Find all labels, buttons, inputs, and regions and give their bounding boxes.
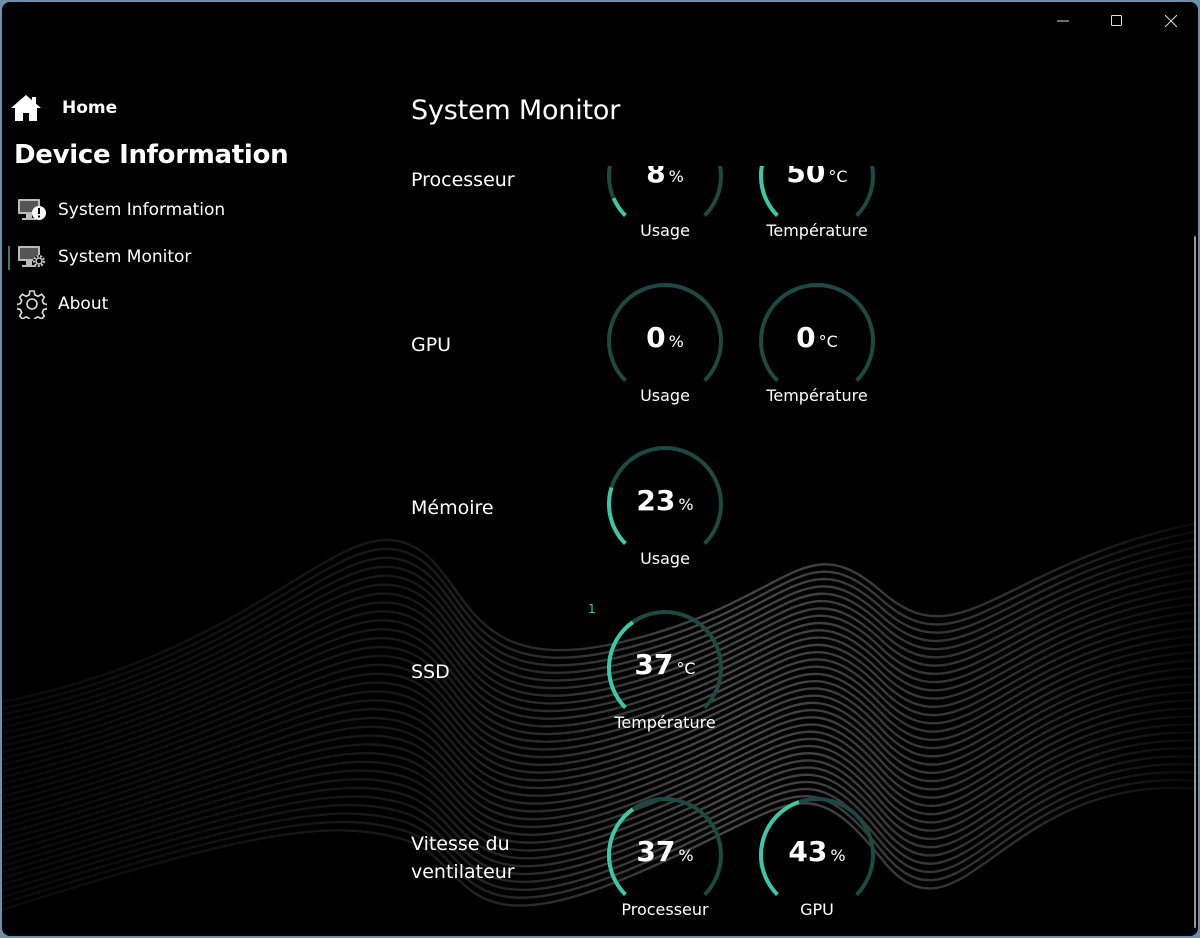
gauge-unit: % bbox=[830, 846, 846, 865]
home-icon bbox=[11, 95, 41, 121]
gauge-caption: Température bbox=[766, 221, 868, 240]
gauge-caption: Processeur bbox=[621, 900, 709, 919]
gauge: 43% GPU bbox=[752, 790, 882, 930]
gear-icon bbox=[16, 289, 48, 319]
page-title: System Monitor bbox=[411, 95, 621, 126]
gauge-unit: % bbox=[668, 332, 684, 351]
gauge-unit: °C bbox=[676, 659, 696, 678]
gauge-value: 8% bbox=[600, 166, 730, 189]
gauge-caption: Température bbox=[614, 713, 716, 732]
gauge-value: 43% bbox=[752, 835, 882, 868]
nav-item-label: System Information bbox=[58, 200, 226, 220]
row-label: GPU bbox=[411, 334, 452, 356]
monitor-info-icon bbox=[16, 195, 48, 225]
gauge: 0% Usage bbox=[600, 276, 730, 416]
row-label: SSD bbox=[411, 661, 450, 683]
row-label: Vitesse du ventilateur bbox=[411, 833, 515, 883]
gauge-number: 0 bbox=[646, 321, 666, 354]
gauge-value: 50 °C bbox=[752, 166, 882, 189]
gauge-caption: GPU bbox=[800, 900, 834, 919]
row-label: Processeur bbox=[411, 169, 515, 191]
gauge: 0 °C Température bbox=[752, 276, 882, 416]
scrollbar-thumb[interactable] bbox=[1194, 236, 1196, 928]
close-icon bbox=[1165, 15, 1177, 27]
gauge-fill bbox=[611, 197, 627, 218]
gauge-number: 37 bbox=[634, 648, 674, 681]
maximize-icon bbox=[1111, 15, 1122, 26]
nav-item-about[interactable]: About bbox=[16, 289, 108, 319]
sidebar: Home Device Information System Informati… bbox=[2, 2, 382, 936]
gauge-value: 23% bbox=[600, 484, 730, 517]
gauge-value: 0% bbox=[600, 321, 730, 354]
gauge-unit: % bbox=[668, 167, 684, 186]
section-title: Device Information bbox=[14, 140, 289, 170]
gauge-number: 8 bbox=[646, 166, 666, 189]
gauge: 50 °C Température bbox=[752, 166, 882, 251]
gauge: 8% Usage bbox=[600, 166, 730, 251]
home-label: Home bbox=[62, 98, 118, 118]
gauge-number: 23 bbox=[636, 484, 676, 517]
gauge-caption: Température bbox=[766, 386, 868, 405]
gauge-unit: °C bbox=[818, 332, 838, 351]
app-window: Home Device Information System Informati… bbox=[2, 2, 1198, 936]
gauge-unit: % bbox=[678, 846, 694, 865]
gauge: 37 °C Température bbox=[600, 603, 730, 743]
gauge-value: 37 °C bbox=[600, 648, 730, 681]
gauge: 23% Usage bbox=[600, 439, 730, 579]
gauge-caption: Usage bbox=[640, 549, 690, 568]
gauge-value: 37% bbox=[600, 835, 730, 868]
gauge-unit: % bbox=[678, 495, 694, 514]
nav-item-system-monitor[interactable]: System Monitor bbox=[7, 242, 192, 272]
maximize-button[interactable] bbox=[1090, 2, 1144, 40]
nav-item-label: System Monitor bbox=[58, 247, 192, 267]
gauge-value: 0 °C bbox=[752, 321, 882, 354]
nav-item-system-information[interactable]: System Information bbox=[16, 195, 225, 225]
gauge-number: 0 bbox=[796, 321, 816, 354]
gauge-caption: Usage bbox=[640, 386, 690, 405]
monitor-scroll-area[interactable]: Processeur 8% Usage 50 °C Température GPU 0% Usa… bbox=[382, 166, 1182, 936]
gauge: 37% Processeur bbox=[600, 790, 730, 930]
row-marker: 1 bbox=[588, 602, 596, 616]
close-button[interactable] bbox=[1144, 2, 1198, 40]
title-bar bbox=[1036, 2, 1198, 40]
home-button[interactable]: Home bbox=[10, 94, 117, 122]
gauge-unit: °C bbox=[828, 167, 848, 186]
gauge-number: 50 bbox=[786, 166, 826, 189]
nav-item-label: About bbox=[58, 294, 109, 314]
monitor-gear-icon bbox=[16, 242, 48, 272]
gauge-number: 43 bbox=[788, 835, 828, 868]
gauge-number: 37 bbox=[636, 835, 676, 868]
row-label: Mémoire bbox=[411, 497, 494, 519]
gauge-caption: Usage bbox=[640, 221, 690, 240]
minimize-icon bbox=[1057, 20, 1069, 22]
minimize-button[interactable] bbox=[1036, 2, 1090, 40]
